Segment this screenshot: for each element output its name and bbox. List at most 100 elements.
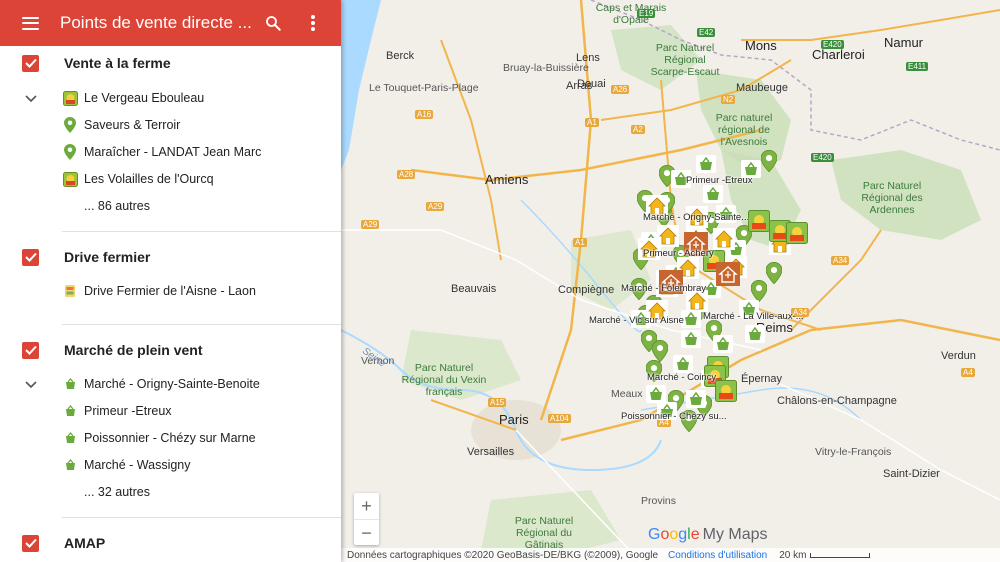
basket-icon[interactable] [646,385,666,408]
basket-icon [62,430,78,446]
farm-photo-icon[interactable] [715,380,737,407]
more-items-link[interactable]: ... 32 autres [84,485,150,499]
logo-text: My Maps [702,526,768,543]
divider [62,324,341,325]
green-pin-icon[interactable] [765,261,783,289]
park-label: Parc Naturel Régional Scarpe-Escaut [650,42,720,78]
map-attribution: Données cartographiques ©2020 GeoBasis-D… [347,549,659,561]
scale-line [810,552,871,558]
city-label: Mons [745,38,777,53]
list-item[interactable]: Le Vergeau Ebouleau [62,87,204,109]
zoom-control: + − [354,493,379,545]
zoom-in-button[interactable]: + [354,493,379,519]
basket-icon [62,403,78,419]
list-item[interactable]: Drive Fermier de l'Aisne - Laon [62,280,256,302]
basket-icon[interactable] [681,330,701,353]
layer-name[interactable]: AMAP [64,535,105,551]
layer-name[interactable]: Drive fermier [64,249,150,265]
road-shield: A26 [611,85,630,94]
more-items-link[interactable]: ... 86 autres [84,199,150,213]
item-label: Marché - Wassigny [84,458,191,472]
marker-label[interactable]: Poissonnier - Chézy su... [621,411,727,422]
marker-label[interactable]: Primeur -Etreux [686,175,753,186]
item-label: Marché - Origny-Sainte-Benoite [84,377,260,391]
layer-header-vente-ferme: Vente à la ferme [0,48,341,78]
layer-name[interactable]: Vente à la ferme [64,55,171,71]
zoom-out-button[interactable]: − [354,520,379,546]
check-icon [24,538,37,548]
check-icon [24,345,37,355]
city-label: Namur [884,35,924,50]
basket-icon [62,457,78,473]
green-pin-icon[interactable] [760,149,778,177]
list-item[interactable]: Poissonnier - Chézy sur Marne [62,427,256,449]
city-label: Vitry-le-François [815,446,892,458]
item-label: Poissonnier - Chézy sur Marne [84,431,256,445]
city-label: Beauvais [451,283,497,295]
road-shield: A29 [361,220,380,229]
road-shield: A1 [573,238,587,247]
chevron-down-icon[interactable] [24,92,38,106]
green-pin-icon [62,117,78,133]
city-label: Compiègne [558,284,615,296]
road-shield: E42 [697,28,716,37]
drive-icon [62,283,78,299]
menu-button[interactable] [0,0,60,46]
road-shield: A16 [415,110,434,119]
layers-panel: Points de vente directe ... Vente à la f… [0,0,341,562]
park-label: Parc Naturel Régional du Vexin français [401,362,487,398]
city-label: Lens [576,52,600,64]
list-item[interactable]: Maraîcher - LANDAT Jean Marc [62,141,261,163]
farm-photo-icon [62,171,78,187]
park-label: Parc Naturel Régional des Ardennes [861,180,923,216]
city-label: Amiens [485,172,529,187]
list-item[interactable]: Primeur -Etreux [62,400,172,422]
layer-checkbox[interactable] [22,54,39,72]
layer-header-marche: Marché de plein vent [0,335,341,365]
city-label: Épernay [741,373,782,385]
terms-link[interactable]: Conditions d'utilisation [668,550,767,561]
road-shield: A15 [488,398,507,407]
item-label: Maraîcher - LANDAT Jean Marc [84,145,262,159]
basket-icon[interactable] [686,390,706,413]
layer-checkbox[interactable] [22,248,39,266]
scale-bar: 20 km [779,550,871,561]
marker-label[interactable]: Primeur - Achery [643,248,714,259]
marker-label[interactable]: Marché - Folembray [621,283,706,294]
logo-letter: G [648,526,661,543]
logo-letter: e [690,526,700,543]
layer-name[interactable]: Marché de plein vent [64,342,202,358]
chevron-down-icon[interactable] [24,378,38,392]
city-label: Meaux [611,388,643,400]
city-label: Provins [641,495,677,507]
divider [62,517,341,518]
basket-icon[interactable] [745,325,765,348]
marker-label[interactable]: Marché - La Ville-aux-... [703,311,804,322]
layer-checkbox[interactable] [22,341,39,359]
google-my-maps-logo: Google My Maps [648,526,768,544]
list-item[interactable]: Marché - Origny-Sainte-Benoite [62,373,260,395]
farm-building-icon[interactable] [716,262,740,291]
basket-icon[interactable] [713,335,733,358]
park-label: Parc naturel régional de l'Avesnois [715,112,773,148]
list-item[interactable]: Les Volailles de l'Ourcq [62,168,214,190]
list-item[interactable]: Marché - Wassigny [62,454,191,476]
more-vert-icon [311,15,315,31]
search-button[interactable] [252,0,294,46]
more-options-button[interactable] [294,0,332,46]
panel-header: Points de vente directe ... [0,0,341,46]
city-label: Le Touquet-Paris-Plage [369,82,479,94]
road-shield: A4 [961,368,975,377]
list-item[interactable]: Saveurs & Terroir [62,114,180,136]
map-canvas[interactable]: Berck Le Touquet-Paris-Plage Bruay-la-Bu… [341,0,1000,562]
layer-checkbox[interactable] [22,534,39,552]
marker-label[interactable]: Marché - Vic sur Aisne [589,315,684,326]
map-title[interactable]: Points de vente directe ... [60,13,252,33]
marker-label[interactable]: Marché - Origny-Sainte... [643,212,749,223]
item-label: Saveurs & Terroir [84,118,181,132]
farm-photo-icon[interactable] [786,222,808,249]
city-label: Versailles [467,446,515,458]
farm-photo-icon[interactable] [748,210,770,237]
marker-label[interactable]: Marché - Coincy [647,372,716,383]
layers-list: Vente à la ferme Le Vergeau Ebouleau Sav… [0,46,341,562]
